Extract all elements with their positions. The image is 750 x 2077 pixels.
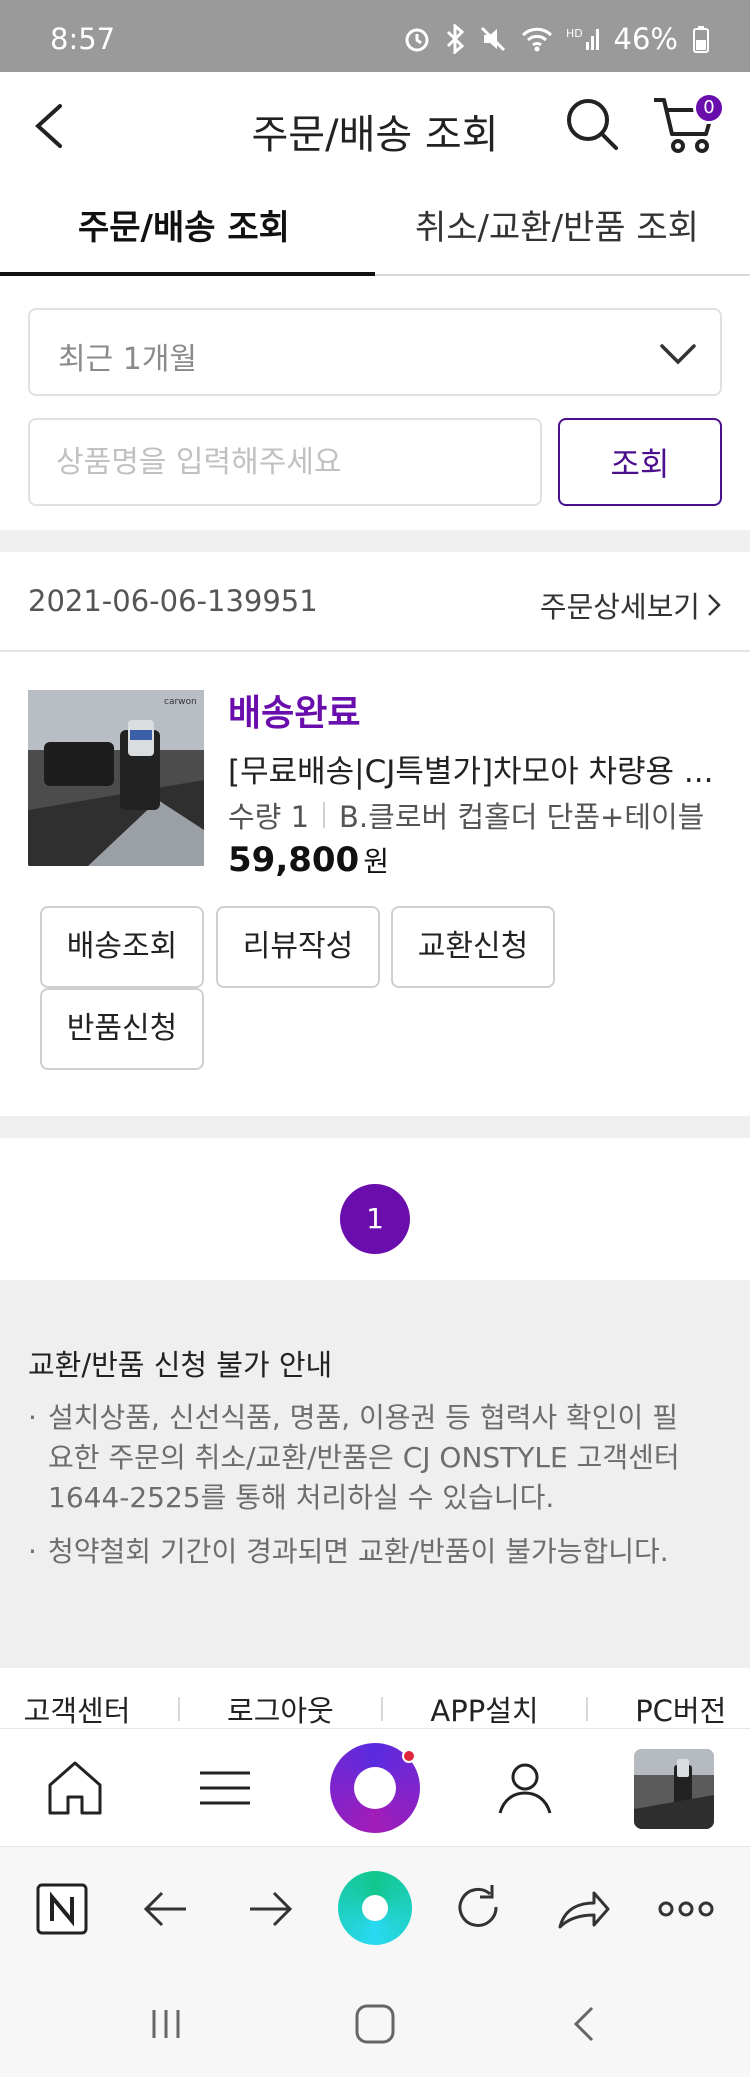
status-bar: 8:57 HD 46% (0, 0, 750, 72)
footer-divider (177, 1697, 180, 1721)
section-divider (0, 530, 750, 552)
app-header: 주문/배송 조회 0 (0, 72, 750, 182)
tab-bar: 주문/배송 조회 취소/교환/반품 조회 (0, 182, 750, 276)
request-return-button[interactable]: 반품신청 (40, 988, 204, 1070)
refresh-icon[interactable] (446, 1877, 510, 1941)
forward-arrow-icon[interactable] (238, 1877, 302, 1941)
back-icon[interactable] (556, 2000, 616, 2048)
pagination-current-page[interactable]: 1 (340, 1184, 410, 1254)
footer-link-logout[interactable]: 로그아웃 (227, 1668, 334, 1728)
section-divider (0, 1116, 750, 1138)
footer-divider (381, 1697, 384, 1721)
battery-level: 46% (613, 22, 678, 56)
request-exchange-button[interactable]: 교환신청 (391, 906, 555, 988)
svg-text:carwon: carwon (164, 697, 197, 707)
svg-text:HD: HD (566, 27, 583, 40)
price-amount: 59,800 (228, 840, 360, 880)
product-search-input[interactable] (28, 418, 542, 506)
cjonstyle-live-icon[interactable] (330, 1743, 420, 1833)
recent-apps-icon[interactable] (136, 2000, 196, 2048)
product-price: 59,800 원 (228, 840, 389, 880)
naver-icon[interactable] (30, 1877, 94, 1941)
product-option-line: 수량 1 B.클로버 컵홀더 단품+테이블 (228, 794, 704, 836)
notice-title: 교환/반품 신청 불가 안내 (28, 1348, 333, 1382)
user-icon[interactable] (490, 1753, 560, 1823)
option-separator (323, 802, 326, 828)
bottom-navigation (0, 1728, 750, 1846)
notice-item: 설치상품, 신선식품, 명품, 이용권 등 협력사 확인이 필요한 주문의 취소… (28, 1398, 688, 1518)
product-quantity: 수량 1 (228, 800, 310, 834)
system-navigation (0, 1970, 750, 2077)
more-icon[interactable] (654, 1877, 718, 1941)
live-indicator-dot (402, 1749, 416, 1763)
notice-list: 설치상품, 신선식품, 명품, 이용권 등 협력사 확인이 필요한 주문의 취소… (28, 1398, 688, 1586)
status-time: 8:57 (50, 22, 116, 56)
mute-icon (480, 26, 505, 52)
notice-item: 청약철회 기간이 경과되면 교환/반품이 불가능합니다. (28, 1532, 688, 1572)
menu-icon[interactable] (190, 1753, 260, 1823)
chevron-right-icon (708, 594, 721, 616)
order-number: 2021-06-06-139951 (28, 584, 318, 618)
tab-cancel-exchange-return[interactable]: 취소/교환/반품 조회 (415, 200, 699, 249)
back-arrow-icon[interactable] (134, 1877, 198, 1941)
delivery-status: 배송완료 (228, 693, 361, 734)
order-header: 2021-06-06-139951 주문상세보기 (0, 552, 750, 652)
cart-count-badge: 0 (693, 92, 725, 124)
home-icon[interactable] (40, 1753, 110, 1823)
footer-links: 고객센터 로그아웃 APP설치 PC버전 (0, 1668, 750, 1728)
period-select-value: 최근 1개월 (58, 342, 198, 377)
price-currency: 원 (363, 845, 389, 878)
recent-product-image (634, 1749, 714, 1829)
search-button[interactable]: 조회 (558, 418, 722, 506)
order-detail-link[interactable]: 주문상세보기 (540, 584, 722, 626)
share-icon[interactable] (550, 1877, 614, 1941)
status-right: HD 46% (402, 22, 710, 56)
browser-toolbar (0, 1846, 750, 1970)
footer-link-customer-center[interactable]: 고객센터 (24, 1668, 131, 1728)
footer-link-pc-version[interactable]: PC버전 (635, 1668, 726, 1728)
tab-order-delivery[interactable]: 주문/배송 조회 (78, 200, 290, 249)
page-title: 주문/배송 조회 (251, 112, 499, 158)
search-icon[interactable] (562, 94, 622, 154)
period-select[interactable]: 최근 1개월 (28, 308, 722, 396)
chevron-down-icon (660, 344, 696, 365)
product-name[interactable]: [무료배송|CJ특별가]차모아 차량용 ... (228, 746, 728, 791)
footer-link-app-install[interactable]: APP설치 (430, 1668, 538, 1728)
alarm-icon (405, 28, 429, 52)
footer-divider (585, 1697, 588, 1721)
bluetooth-icon (446, 24, 464, 54)
signal-icon: HD (566, 27, 599, 50)
exchange-return-notice: 교환/반품 신청 불가 안내 설치상품, 신선식품, 명품, 이용권 등 협력사… (0, 1280, 750, 1668)
order-detail-label: 주문상세보기 (539, 590, 700, 624)
active-tab-indicator (0, 272, 375, 276)
car-cupholder-image: carwon (28, 690, 204, 866)
write-review-button[interactable]: 리뷰작성 (216, 906, 380, 988)
track-delivery-button[interactable]: 배송조회 (40, 906, 204, 988)
naver-home-icon[interactable] (338, 1871, 412, 1945)
recent-product-thumbnail[interactable] (634, 1749, 714, 1829)
home-icon[interactable] (345, 2000, 405, 2048)
product-image[interactable]: carwon (28, 690, 204, 866)
wifi-icon (521, 27, 552, 52)
battery-icon (693, 26, 709, 53)
product-option: B.클로버 컵홀더 단품+테이블 (339, 800, 705, 834)
status-icons: HD (402, 24, 600, 54)
